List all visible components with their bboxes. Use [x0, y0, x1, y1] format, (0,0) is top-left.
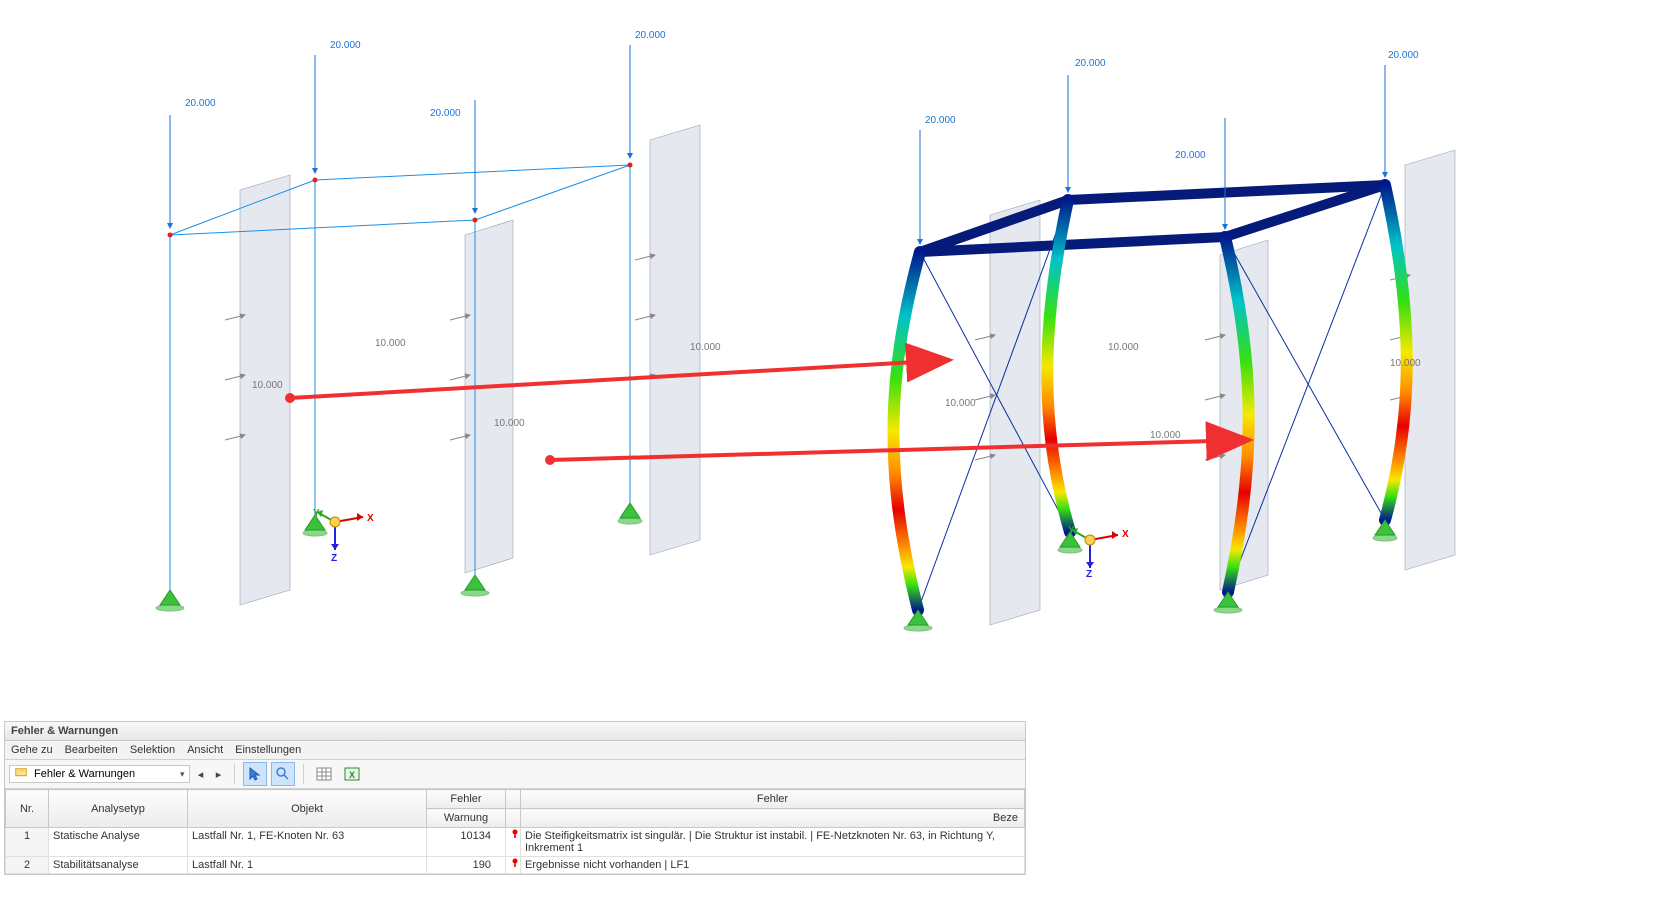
panel-toolbar: ▾ ◂ ▸ X	[5, 760, 1025, 789]
load-label: 20.000	[1175, 150, 1206, 161]
zoom-tool[interactable]	[271, 762, 295, 786]
load-label: 20.000	[430, 108, 461, 119]
cell-object: Lastfall Nr. 1	[188, 857, 427, 874]
col-objekt[interactable]: Objekt	[188, 790, 427, 828]
load-label: 20.000	[330, 40, 361, 51]
col-flag[interactable]	[506, 790, 521, 809]
table-tool[interactable]	[312, 762, 336, 786]
filter-dropdown[interactable]: ▾	[9, 765, 190, 783]
col-analysetyp[interactable]: Analysetyp	[49, 790, 188, 828]
axis-y: Y	[313, 508, 320, 519]
error-flag-icon	[506, 828, 521, 857]
select-tool[interactable]	[243, 762, 267, 786]
table-row[interactable]: 1 Statische Analyse Lastfall Nr. 1, FE-K…	[6, 828, 1025, 857]
panel-title: Fehler & Warnungen	[5, 722, 1025, 741]
load-label: 10.000	[494, 418, 525, 429]
load-label: 10.000	[1390, 358, 1421, 369]
load-label: 10.000	[252, 380, 283, 391]
col-fehler[interactable]: Fehler	[427, 790, 506, 809]
cell-message: Die Steifigkeitsmatrix ist singulär. | D…	[521, 828, 1025, 857]
load-label: 10.000	[945, 398, 976, 409]
svg-text:X: X	[349, 770, 355, 780]
filter-input[interactable]	[32, 767, 176, 781]
menu-select[interactable]: Selektion	[130, 744, 175, 756]
menu-settings[interactable]: Einstellungen	[235, 744, 301, 756]
cell-type: Stabilitätsanalyse	[49, 857, 188, 874]
cell-message: Ergebnisse nicht vorhanden | LF1	[521, 857, 1025, 874]
prev-button[interactable]: ◂	[194, 765, 208, 783]
load-label: 20.000	[1075, 58, 1106, 69]
right-3d-view[interactable]	[810, 20, 1550, 660]
app-canvas: 20.000 20.000 20.000 20.000 10.000 10.00…	[0, 0, 1653, 915]
separator	[303, 764, 304, 784]
errors-table[interactable]: Nr. Analysetyp Objekt Fehler Fehler Warn…	[5, 789, 1025, 874]
cell-nr: 1	[6, 828, 49, 857]
cell-nr: 2	[6, 857, 49, 874]
errors-warnings-panel: Fehler & Warnungen Gehe zu Bearbeiten Se…	[4, 721, 1026, 875]
cell-code: 10134	[427, 828, 506, 857]
chevron-down-icon[interactable]: ▾	[180, 769, 185, 780]
axis-z: Z	[331, 553, 337, 564]
separator	[234, 764, 235, 784]
load-label: 20.000	[635, 30, 666, 41]
axis-x: X	[1122, 529, 1129, 540]
load-label: 10.000	[1150, 430, 1181, 441]
load-label: 20.000	[185, 98, 216, 109]
error-flag-icon	[506, 857, 521, 874]
menu-go-to[interactable]: Gehe zu	[11, 744, 53, 756]
export-excel-tool[interactable]: X	[340, 762, 364, 786]
load-label: 10.000	[690, 342, 721, 353]
filter-icon	[14, 767, 28, 781]
load-label: 10.000	[375, 338, 406, 349]
axis-y: Y	[1068, 525, 1075, 536]
load-label: 10.000	[1108, 342, 1139, 353]
load-label: 20.000	[925, 115, 956, 126]
col-beze[interactable]: Beze	[521, 809, 1025, 828]
panel-menubar: Gehe zu Bearbeiten Selektion Ansicht Ein…	[5, 741, 1025, 760]
menu-view[interactable]: Ansicht	[187, 744, 223, 756]
col-fehler2[interactable]: Fehler	[521, 790, 1025, 809]
axis-z: Z	[1086, 569, 1092, 580]
cell-code: 190	[427, 857, 506, 874]
table-row[interactable]: 2 Stabilitätsanalyse Lastfall Nr. 1 190 …	[6, 857, 1025, 874]
cell-object: Lastfall Nr. 1, FE-Knoten Nr. 63	[188, 828, 427, 857]
cell-type: Statische Analyse	[49, 828, 188, 857]
load-label: 20.000	[1388, 50, 1419, 61]
next-button[interactable]: ▸	[212, 765, 226, 783]
col-nr[interactable]: Nr.	[6, 790, 49, 828]
col-warnung[interactable]: Warnung	[427, 809, 506, 828]
menu-edit[interactable]: Bearbeiten	[65, 744, 118, 756]
left-3d-view[interactable]	[40, 20, 780, 640]
axis-x: X	[367, 513, 374, 524]
